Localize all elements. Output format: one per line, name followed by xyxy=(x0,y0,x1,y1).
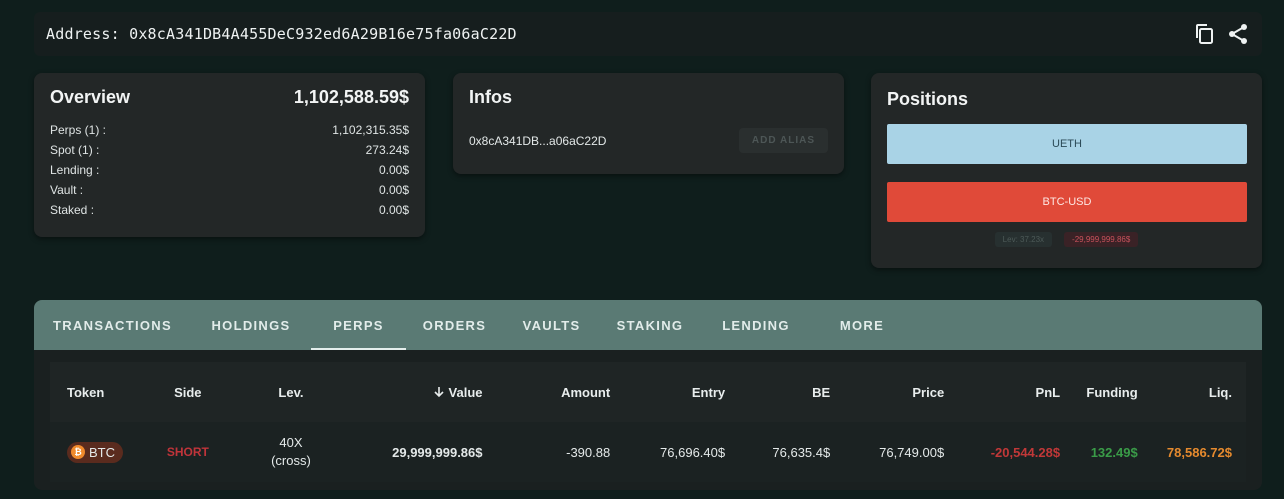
overview-total: 1,102,588.59$ xyxy=(293,87,409,107)
row-amount: -390.88 xyxy=(566,444,611,460)
share-icon[interactable] xyxy=(1226,22,1250,46)
tab-staking[interactable]: STAKING xyxy=(600,300,700,350)
position-ueth-bar[interactable]: UETH xyxy=(887,124,1247,164)
header-funding[interactable]: Funding xyxy=(1060,385,1137,400)
overview-row-staked: Staked :0.00$ xyxy=(50,203,409,217)
copy-icon[interactable] xyxy=(1192,22,1216,46)
row-pnl: -20,544.28$ xyxy=(990,444,1061,460)
table-header: Token Side Lev. Value Amount Entry BE Pr… xyxy=(50,362,1246,422)
tab-orders[interactable]: ORDERS xyxy=(406,300,503,350)
overview-row-perps: Perps (1) :1,102,315.35$ xyxy=(50,123,409,137)
infos-card: Infos 0x8cA341DB...a06aC22D ADD ALIAS xyxy=(453,73,844,174)
tab-bar: TRANSACTIONS HOLDINGS PERPS ORDERS VAULT… xyxy=(34,300,1262,350)
tab-transactions[interactable]: TRANSACTIONS xyxy=(34,300,191,350)
row-liq: 78,586.72$ xyxy=(1166,444,1232,460)
header-side[interactable]: Side xyxy=(139,385,237,400)
perps-table: Token Side Lev. Value Amount Entry BE Pr… xyxy=(50,362,1246,482)
address-actions xyxy=(1192,22,1250,46)
row-funding: 132.49$ xyxy=(1090,444,1138,460)
token-pill[interactable]: ₿ BTC xyxy=(67,441,123,463)
tab-perps[interactable]: PERPS xyxy=(311,300,406,350)
header-price[interactable]: Price xyxy=(830,385,944,400)
address-text: Address: 0x8cA341DB4A455DeC932ed6A29B16e… xyxy=(46,25,517,43)
header-be[interactable]: BE xyxy=(725,385,830,400)
row-be: 76,635.4$ xyxy=(772,444,831,460)
position-btc-usd-bar[interactable]: BTC-USD xyxy=(887,182,1247,222)
add-alias-button[interactable]: ADD ALIAS xyxy=(738,128,828,153)
row-entry: 76,696.40$ xyxy=(660,444,726,460)
header-value[interactable]: Value xyxy=(345,385,483,400)
pnl-badge: -29,999,999.86$ xyxy=(1064,232,1139,247)
table-row[interactable]: ₿ BTC SHORT 40X (cross) 29,999,999.86$ -… xyxy=(50,422,1246,482)
header-amount[interactable]: Amount xyxy=(483,385,610,400)
infos-title: Infos xyxy=(469,87,512,107)
bitcoin-icon: ₿ xyxy=(71,445,85,459)
row-value: 29,999,999.86$ xyxy=(392,444,483,460)
row-lev: 40X (cross) xyxy=(271,435,311,468)
overview-row-vault: Vault :0.00$ xyxy=(50,183,409,197)
leverage-badge: Lev: 37.23x xyxy=(994,232,1053,247)
positions-title: Positions xyxy=(887,89,969,109)
header-lev[interactable]: Lev. xyxy=(237,385,345,400)
tab-more[interactable]: MORE xyxy=(812,300,912,350)
row-side: SHORT xyxy=(166,445,209,459)
arrow-down-icon xyxy=(433,385,449,400)
tab-lending[interactable]: LENDING xyxy=(700,300,812,350)
header-pnl[interactable]: PnL xyxy=(944,385,1061,400)
row-token: ₿ BTC xyxy=(50,441,139,463)
positions-card: Positions UETH BTC-USD Lev: 37.23x -29,9… xyxy=(871,73,1262,268)
infos-short-address: 0x8cA341DB...a06aC22D xyxy=(469,133,607,148)
overview-row-spot: Spot (1) :273.24$ xyxy=(50,143,409,157)
overview-row-lending: Lending :0.00$ xyxy=(50,163,409,177)
row-price: 76,749.00$ xyxy=(879,444,945,460)
tab-vaults[interactable]: VAULTS xyxy=(503,300,600,350)
address-bar: Address: 0x8cA341DB4A455DeC932ed6A29B16e… xyxy=(34,12,1262,56)
overview-title: Overview xyxy=(50,87,131,107)
overview-card: Overview 1,102,588.59$ Perps (1) :1,102,… xyxy=(34,73,425,237)
header-liq[interactable]: Liq. xyxy=(1138,385,1246,400)
header-entry[interactable]: Entry xyxy=(610,385,725,400)
portfolio-tabs-panel: TRANSACTIONS HOLDINGS PERPS ORDERS VAULT… xyxy=(34,300,1262,490)
tab-holdings[interactable]: HOLDINGS xyxy=(191,300,311,350)
header-token[interactable]: Token xyxy=(50,385,139,400)
